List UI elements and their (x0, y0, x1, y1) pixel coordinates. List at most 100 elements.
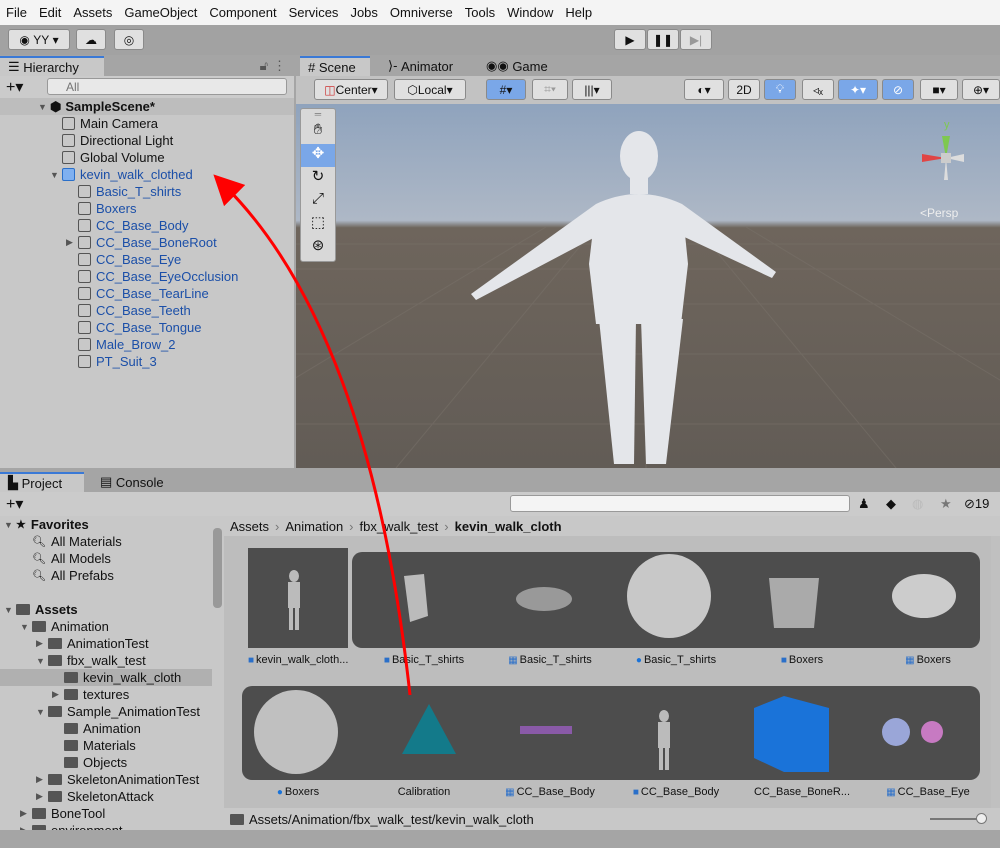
menu-jobs[interactable]: Jobs (350, 5, 377, 20)
scale-tool[interactable]: ⤢ (301, 190, 335, 213)
asset-item[interactable]: ● Basic_T_shirts (626, 654, 726, 666)
expand-arrow[interactable]: ▶ (36, 638, 48, 649)
menu-tools[interactable]: Tools (465, 5, 495, 20)
asset-item[interactable]: ▦ CC_Base_Eye (878, 786, 978, 798)
hierarchy-search-input[interactable] (47, 78, 287, 95)
hierarchy-item[interactable]: CC_Base_Teeth (0, 302, 191, 319)
project-tree-item[interactable]: ▶ AnimationTest (0, 635, 212, 652)
pause-button[interactable]: ❚❚ (647, 29, 679, 50)
hierarchy-item[interactable]: Main Camera (0, 115, 158, 132)
breadcrumb-item[interactable]: fbx_walk_test (360, 519, 439, 534)
transform-tool[interactable]: ⊛ (301, 236, 335, 259)
expand-arrow[interactable]: ▼ (36, 656, 48, 666)
hierarchy-item[interactable]: Directional Light (0, 132, 173, 149)
audio-button[interactable]: ◃ₓ (802, 79, 834, 100)
expand-arrow[interactable]: ▼ (4, 520, 16, 530)
menu-assets[interactable]: Assets (73, 5, 112, 20)
menu-gameobject[interactable]: GameObject (124, 5, 197, 20)
hierarchy-item[interactable]: Male_Brow_2 (0, 336, 176, 353)
menu-window[interactable]: Window (507, 5, 553, 20)
hierarchy-item[interactable]: CC_Base_Tongue (0, 319, 202, 336)
hierarchy-item[interactable]: ▼ kevin_walk_clothed (0, 166, 193, 183)
expand-arrow[interactable]: ▶ (36, 774, 48, 785)
render-mode-button[interactable]: |||▾ (572, 79, 612, 100)
tab-scene[interactable]: # Scene (300, 56, 370, 76)
hierarchy-item[interactable]: Boxers (0, 200, 136, 217)
rect-tool[interactable]: ⬚ (301, 213, 335, 236)
project-tree-item[interactable]: 🔍︎ All Materials (0, 533, 212, 550)
menu-file[interactable]: File (6, 5, 27, 20)
add-button[interactable]: +▾ (6, 77, 23, 97)
project-tree-item[interactable]: Materials (0, 737, 212, 754)
project-tree-item[interactable]: ▼ fbx_walk_test (0, 652, 212, 669)
expand-arrow[interactable]: ▶ (52, 689, 64, 700)
perspective-label[interactable]: <Persp (920, 206, 958, 220)
asset-item[interactable]: ■ CC_Base_Body (626, 786, 726, 798)
hierarchy-item[interactable]: CC_Base_Body (0, 217, 189, 234)
asset-item[interactable]: ▦ Boxers (878, 654, 978, 666)
project-tree-item[interactable]: Objects (0, 754, 212, 771)
project-tree-item[interactable]: ▼ Sample_AnimationTest (0, 703, 212, 720)
visibility-button[interactable]: ⊘ (882, 79, 914, 100)
tab-animator[interactable]: ⟩- Animator (380, 56, 461, 76)
menu-services[interactable]: Services (289, 5, 339, 20)
tab-hierarchy[interactable]: ☰ Hierarchy (0, 56, 104, 76)
tab-game[interactable]: ◉◉ Game (478, 56, 556, 76)
hand-tool[interactable]: ✋︎ (301, 121, 335, 144)
expand-arrow[interactable]: ▼ (36, 707, 48, 717)
step-button[interactable]: ▶| (680, 29, 712, 50)
expand-arrow[interactable]: ▼ (20, 622, 32, 632)
menu-edit[interactable]: Edit (39, 5, 61, 20)
tab-console[interactable]: ▤ Console (92, 472, 172, 492)
hierarchy-item[interactable]: Global Volume (0, 149, 165, 166)
expand-arrow[interactable]: ▼ (4, 605, 16, 615)
cloud-button[interactable]: ☁ (76, 29, 106, 50)
effects-button[interactable]: ✦▾ (838, 79, 878, 100)
label-icon[interactable]: ◆ (886, 496, 896, 512)
account-button[interactable]: ◉ YY ▾ (8, 29, 70, 50)
asset-item[interactable]: Calibration (374, 786, 474, 798)
asset-item[interactable]: ■ kevin_walk_cloth... (248, 654, 348, 666)
project-tree-item[interactable]: ▶ SkeletonAnimationTest (0, 771, 212, 788)
menu-help[interactable]: Help (565, 5, 592, 20)
drag-handle[interactable]: ═ (301, 109, 335, 121)
hierarchy-item[interactable]: Basic_T_shirts (0, 183, 181, 200)
space-dropdown[interactable]: ⬡ Local ▾ (394, 79, 466, 100)
slider-handle[interactable] (976, 813, 987, 824)
project-tree-item[interactable]: ▶ BoneTool (0, 805, 212, 822)
breadcrumb-item[interactable]: Animation (285, 519, 343, 534)
hierarchy-item[interactable]: CC_Base_TearLine (0, 285, 209, 302)
project-tree-item[interactable]: ▼ Animation (0, 618, 212, 635)
hierarchy-item[interactable]: CC_Base_EyeOcclusion (0, 268, 238, 285)
project-search-input[interactable] (510, 495, 850, 512)
filter-type-icon[interactable]: ♟ (858, 496, 870, 512)
scene-root[interactable]: ▼ ⬢ SampleScene* (0, 98, 294, 115)
grid-scrollbar[interactable] (991, 536, 1000, 808)
tree-scrollbar[interactable] (213, 528, 222, 608)
project-tree-item[interactable]: ▶ textures (0, 686, 212, 703)
expand-arrow[interactable]: ▶ (66, 237, 78, 248)
hierarchy-item[interactable]: CC_Base_Eye (0, 251, 181, 268)
menu-component[interactable]: Component (209, 5, 276, 20)
camera-button[interactable]: ■▾ (920, 79, 958, 100)
create-button[interactable]: +▾ (6, 494, 23, 514)
rotate-tool[interactable]: ↻ (301, 167, 335, 190)
asset-item[interactable]: CC_Base_BoneR... (752, 786, 852, 798)
shading-button[interactable]: ◐▾ (684, 79, 724, 100)
project-tree-item[interactable]: ▶ SkeletonAttack (0, 788, 212, 805)
hidden-packages-button[interactable]: ⊘19 (964, 496, 989, 512)
play-button[interactable]: ▶ (614, 29, 646, 50)
expand-arrow[interactable]: ▼ (50, 170, 62, 180)
lock-icon[interactable]: 🔓︎ (260, 58, 268, 74)
project-tree-item[interactable]: ▼ Assets (0, 601, 212, 618)
breadcrumb-item[interactable]: kevin_walk_cloth (455, 519, 562, 534)
pivot-dropdown[interactable]: ◫ Center ▾ (314, 79, 388, 100)
increment-snap-button[interactable]: ⌗▾ (532, 79, 568, 100)
lighting-button[interactable]: 💡︎ (764, 79, 796, 100)
tab-project[interactable]: ▙ Project (0, 472, 84, 492)
more-icon[interactable]: ⋮ (273, 58, 286, 74)
move-tool[interactable]: ✥ (301, 144, 335, 167)
project-tree-item[interactable]: ▼ ★ Favorites (0, 516, 212, 533)
grid-snap-button[interactable]: #▾ (486, 79, 526, 100)
2d-button[interactable]: 2D (728, 79, 760, 100)
